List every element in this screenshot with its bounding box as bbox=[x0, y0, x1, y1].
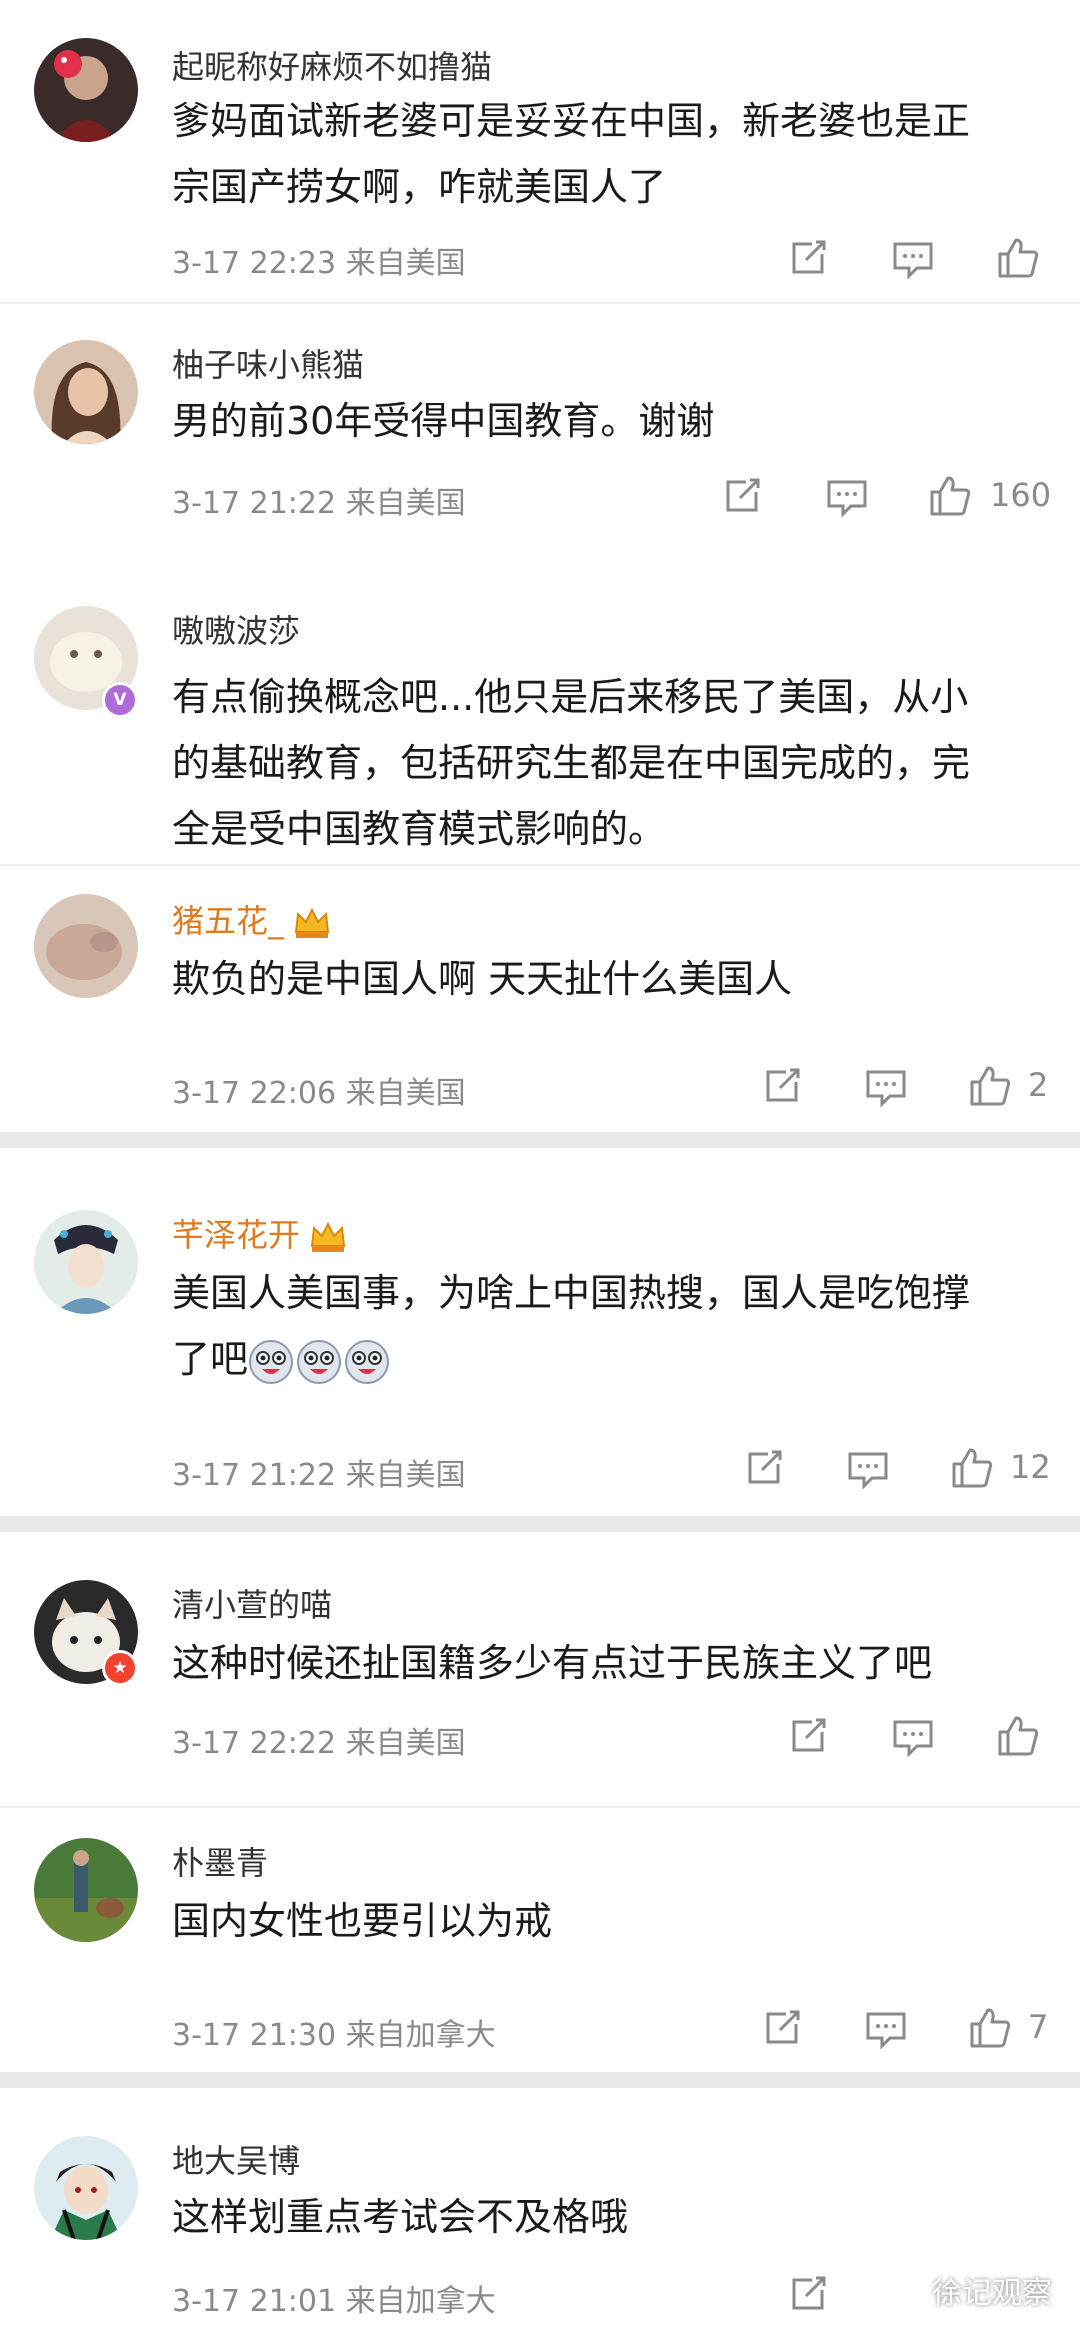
user-avatar[interactable] bbox=[34, 340, 138, 444]
like-count: 7 bbox=[1028, 2008, 1049, 2046]
like-count: 160 bbox=[990, 476, 1052, 514]
dog-laugh-emoji-icon bbox=[344, 1339, 390, 1385]
share-button[interactable] bbox=[786, 236, 830, 280]
reply-button[interactable] bbox=[825, 474, 869, 518]
username[interactable]: 猪五花_ bbox=[172, 896, 332, 942]
comment-meta: 3-17 22:23 来自美国 bbox=[172, 246, 466, 281]
share-button[interactable] bbox=[742, 1446, 786, 1490]
comment-icon bbox=[866, 2012, 906, 2050]
comment-text: 这样划重点考试会不及格哦 bbox=[172, 2195, 629, 2239]
comment-item: 起昵称好麻烦不如撸猫 爹妈面试新老婆可是妥妥在中国，新老婆也是正 宗国产捞女啊，… bbox=[0, 0, 1080, 300]
share-icon bbox=[726, 478, 760, 512]
share-button[interactable] bbox=[786, 1714, 830, 1758]
reply-button[interactable] bbox=[864, 1064, 908, 1108]
thumbs-up-icon bbox=[952, 1448, 993, 1488]
section-divider bbox=[0, 1516, 1080, 1532]
like-count: 2 bbox=[1028, 1066, 1049, 1104]
username[interactable]: 柚子味小熊猫 bbox=[172, 340, 364, 386]
comment-text: 美国人美国事，为啥上中国热搜，国人是吃饱撑 了吧 bbox=[172, 1260, 1052, 1392]
comment-text: 国内女性也要引以为戒 bbox=[172, 1899, 553, 1943]
section-divider bbox=[0, 2072, 1080, 2088]
dog-laugh-emoji-icon bbox=[296, 1339, 342, 1385]
comment-meta: 3-17 21:22 来自美国 bbox=[172, 1458, 466, 1493]
share-button[interactable] bbox=[760, 1064, 804, 1108]
share-icon bbox=[748, 1450, 782, 1484]
thumbs-up-icon bbox=[970, 1066, 1011, 1106]
username[interactable]: 起昵称好麻烦不如撸猫 bbox=[172, 42, 492, 88]
share-icon bbox=[792, 2276, 826, 2310]
share-button[interactable] bbox=[760, 2006, 804, 2050]
comment-text: 这种时候还扯国籍多少有点过于民族主义了吧 bbox=[172, 1641, 933, 1685]
comment-meta: 3-17 22:06 来自美国 bbox=[172, 1076, 466, 1111]
comment-item: 猪五花_ 欺负的是中国人啊 天天扯什么美国人 3-17 22:06 来自美国 2 bbox=[0, 866, 1080, 1130]
comment-icon bbox=[893, 242, 933, 280]
reply-button[interactable] bbox=[891, 1714, 935, 1758]
username[interactable]: 朴墨青 bbox=[172, 1838, 268, 1884]
user-avatar[interactable] bbox=[34, 38, 138, 142]
like-button[interactable] bbox=[996, 236, 1040, 280]
comment-text: 欺负的是中国人啊 天天扯什么美国人 bbox=[172, 957, 793, 1001]
dog-laugh-emoji-icon bbox=[248, 1339, 294, 1385]
comment-meta: 3-17 21:30 来自加拿大 bbox=[172, 2018, 496, 2053]
username[interactable]: 芊泽花开 bbox=[172, 1210, 348, 1256]
like-button[interactable] bbox=[968, 2006, 1012, 2050]
comment-meta: 3-17 22:22 来自美国 bbox=[172, 1726, 466, 1761]
watermark: 徐记观察 bbox=[886, 2268, 1052, 2312]
verified-badge: V bbox=[102, 682, 138, 718]
comment-meta: 3-17 21:22 来自美国 bbox=[172, 486, 466, 521]
share-button[interactable] bbox=[786, 2272, 830, 2316]
reply-button[interactable] bbox=[864, 2006, 908, 2050]
share-button[interactable] bbox=[720, 474, 764, 518]
vip-crown-icon bbox=[292, 906, 332, 940]
comment-item: 朴墨青 国内女性也要引以为戒 3-17 21:30 来自加拿大 7 bbox=[0, 1808, 1080, 2070]
username[interactable]: 地大吴博 bbox=[172, 2136, 300, 2182]
share-icon bbox=[766, 2010, 800, 2044]
like-button[interactable] bbox=[968, 1064, 1012, 1108]
comment-item: 柚子味小熊猫 男的前30年受得中国教育。谢谢 3-17 21:22 来自美国 1… bbox=[0, 304, 1080, 560]
comment-icon bbox=[848, 1452, 888, 1490]
comment-icon bbox=[893, 1720, 933, 1758]
share-icon bbox=[792, 240, 826, 274]
like-button[interactable] bbox=[928, 474, 972, 518]
like-button[interactable] bbox=[950, 1446, 994, 1490]
username[interactable]: 清小萱的喵 bbox=[172, 1580, 332, 1626]
username[interactable]: 嗷嗷波莎 bbox=[172, 606, 300, 652]
comment-item: 芊泽花开 美国人美国事，为啥上中国热搜，国人是吃饱撑 了吧 3-17 21:22… bbox=[0, 1180, 1080, 1520]
thumbs-up-icon bbox=[998, 238, 1039, 278]
verified-badge: ★ bbox=[102, 1650, 138, 1686]
watermark-text: 徐记观察 bbox=[932, 2276, 1052, 2311]
thumbs-up-icon bbox=[930, 476, 971, 516]
user-avatar[interactable] bbox=[34, 1210, 138, 1314]
comment-text: 有点偷换概念吧...他只是后来移民了美国，从小 的基础教育，包括研究生都是在中国… bbox=[172, 675, 971, 851]
comment-icon bbox=[827, 480, 867, 518]
thumbs-up-icon bbox=[998, 1716, 1039, 1756]
user-avatar[interactable] bbox=[34, 894, 138, 998]
thumbs-up-icon bbox=[970, 2008, 1011, 2048]
share-icon bbox=[792, 1718, 826, 1752]
section-divider bbox=[0, 1132, 1080, 1148]
user-avatar[interactable] bbox=[34, 2136, 138, 2240]
wechat-icon bbox=[886, 2275, 924, 2305]
comment-meta: 3-17 21:01 来自加拿大 bbox=[172, 2284, 496, 2319]
like-count: 12 bbox=[1010, 1448, 1051, 1486]
comment-item: V 嗷嗷波莎 有点偷换概念吧...他只是后来移民了美国，从小 的基础教育，包括研… bbox=[0, 560, 1080, 860]
comment-text-line: 了吧 bbox=[172, 1326, 1052, 1392]
like-button[interactable] bbox=[996, 1714, 1040, 1758]
comment-item: ★ 清小萱的喵 这种时候还扯国籍多少有点过于民族主义了吧 3-17 22:22 … bbox=[0, 1550, 1080, 1798]
comment-icon bbox=[866, 1070, 906, 1108]
vip-crown-icon bbox=[308, 1220, 348, 1254]
reply-button[interactable] bbox=[891, 236, 935, 280]
comment-text: 男的前30年受得中国教育。谢谢 bbox=[172, 399, 715, 443]
user-avatar[interactable] bbox=[34, 1838, 138, 1942]
comment-text: 爹妈面试新老婆可是妥妥在中国，新老婆也是正 宗国产捞女啊，咋就美国人了 bbox=[172, 99, 971, 209]
reply-button[interactable] bbox=[846, 1446, 890, 1490]
share-icon bbox=[766, 1068, 800, 1102]
